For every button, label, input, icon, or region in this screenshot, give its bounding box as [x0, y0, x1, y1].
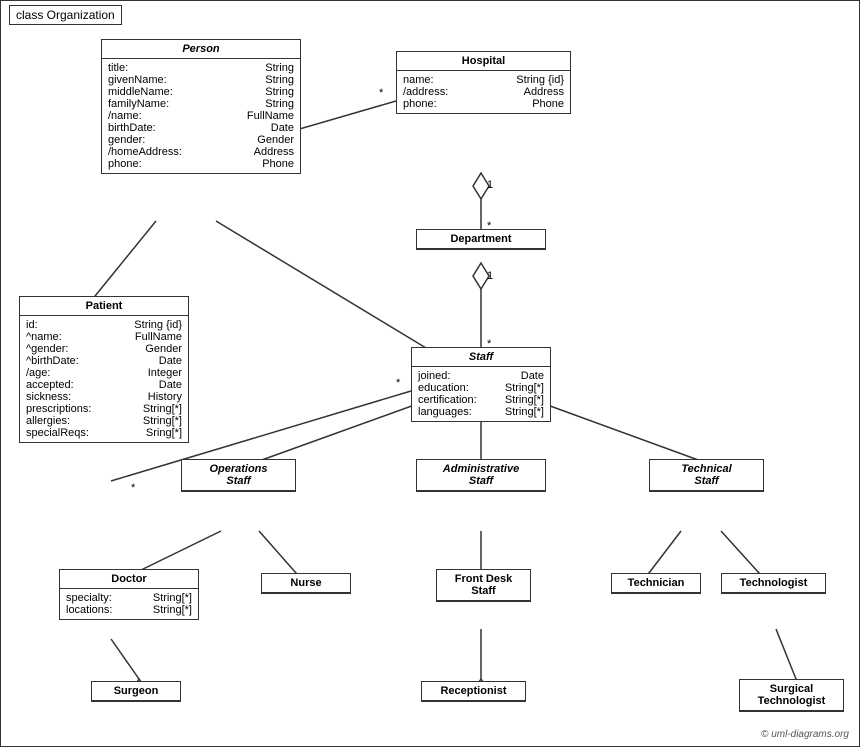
doctor-body: specialty:String[*] locations:String[*] [60, 589, 198, 619]
operations-staff-header: OperationsStaff [182, 460, 295, 491]
department-class: Department [416, 229, 546, 250]
technologist-header: Technologist [722, 574, 825, 593]
surgical-technologist-class: SurgicalTechnologist [739, 679, 844, 712]
patient-body: id:String {id} ^name:FullName ^gender:Ge… [20, 316, 188, 442]
nurse-class: Nurse [261, 573, 351, 594]
operations-staff-class: OperationsStaff [181, 459, 296, 492]
person-header: Person [102, 40, 300, 59]
svg-text:1: 1 [487, 270, 493, 282]
person-class: Person title:String givenName:String mid… [101, 39, 301, 174]
front-desk-staff-header: Front DeskStaff [437, 570, 530, 601]
nurse-header: Nurse [262, 574, 350, 593]
person-body: title:String givenName:String middleName… [102, 59, 300, 173]
staff-body: joined:Date education:String[*] certific… [412, 367, 550, 421]
technologist-class: Technologist [721, 573, 826, 594]
technician-class: Technician [611, 573, 701, 594]
svg-text:*: * [379, 87, 384, 99]
front-desk-staff-class: Front DeskStaff [436, 569, 531, 602]
technical-staff-header: TechnicalStaff [650, 460, 763, 491]
surgeon-header: Surgeon [92, 682, 180, 701]
surgeon-class: Surgeon [91, 681, 181, 702]
administrative-staff-class: AdministrativeStaff [416, 459, 546, 492]
patient-class: Patient id:String {id} ^name:FullName ^g… [19, 296, 189, 443]
diagram-title: class Organization [9, 5, 122, 25]
doctor-header: Doctor [60, 570, 198, 589]
patient-header: Patient [20, 297, 188, 316]
receptionist-class: Receptionist [421, 681, 526, 702]
svg-text:*: * [396, 377, 401, 389]
copyright: © uml-diagrams.org [761, 729, 849, 740]
technician-header: Technician [612, 574, 700, 593]
technical-staff-class: TechnicalStaff [649, 459, 764, 492]
diagram-container: class Organization * * 1 * 1 * [0, 0, 860, 747]
svg-text:1: 1 [487, 179, 493, 191]
receptionist-header: Receptionist [422, 682, 525, 701]
staff-header: Staff [412, 348, 550, 367]
surgical-technologist-header: SurgicalTechnologist [740, 680, 843, 711]
hospital-header: Hospital [397, 52, 570, 71]
hospital-body: name:String {id} /address:Address phone:… [397, 71, 570, 113]
department-header: Department [417, 230, 545, 249]
staff-class: Staff joined:Date education:String[*] ce… [411, 347, 551, 422]
administrative-staff-header: AdministrativeStaff [417, 460, 545, 491]
svg-text:*: * [131, 482, 136, 494]
hospital-class: Hospital name:String {id} /address:Addre… [396, 51, 571, 114]
doctor-class: Doctor specialty:String[*] locations:Str… [59, 569, 199, 620]
